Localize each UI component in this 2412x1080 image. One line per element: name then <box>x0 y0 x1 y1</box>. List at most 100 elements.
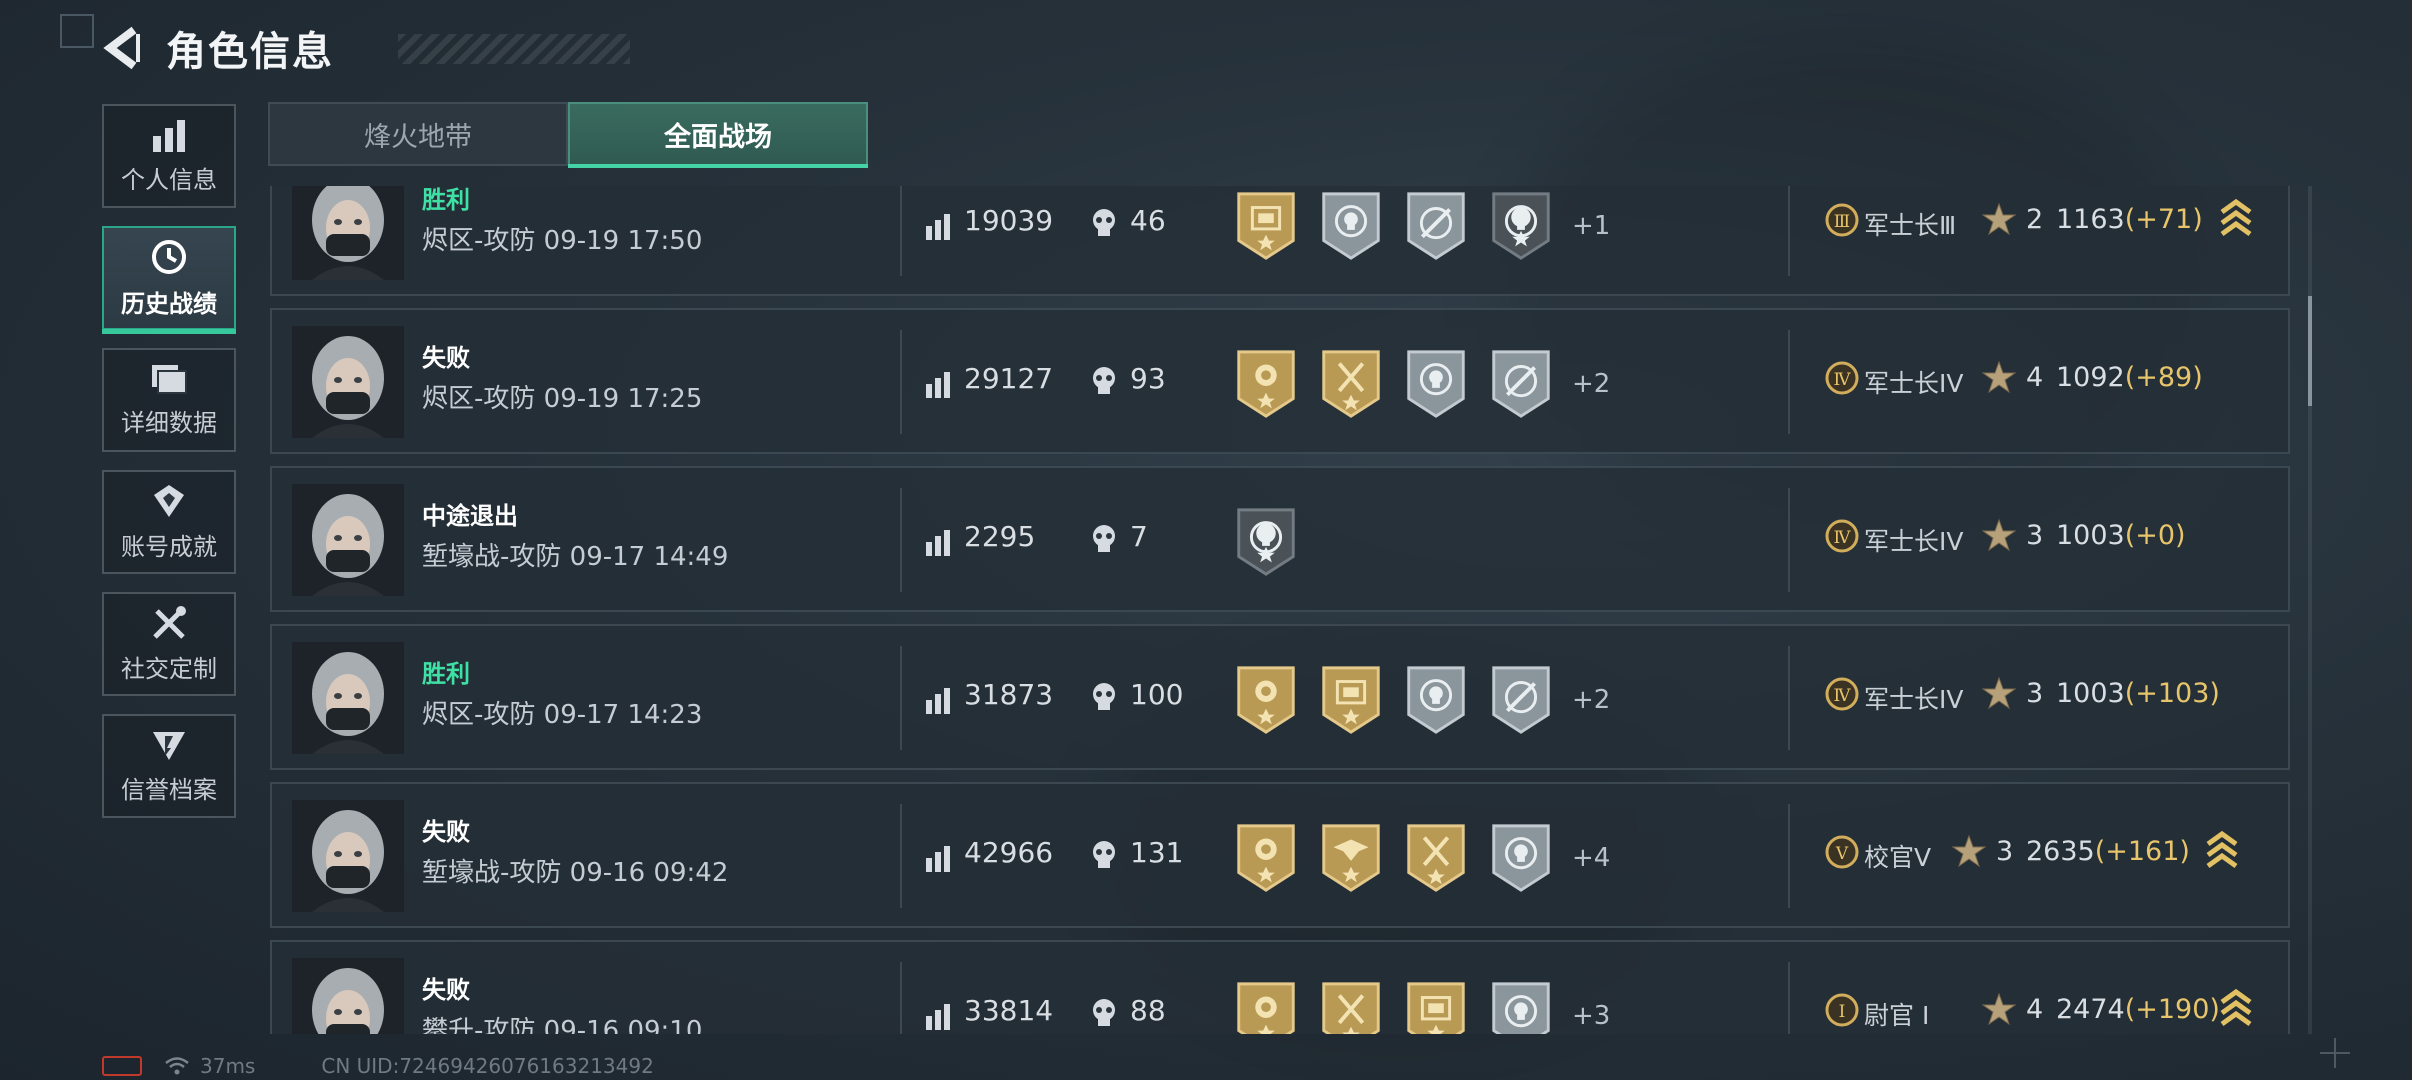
medal-list: +2 <box>1234 348 1610 420</box>
column-divider <box>1788 330 1790 434</box>
star-icon <box>1982 360 2016 394</box>
sidebar: 个人信息 历史战绩 详细数据 账号成就 社交定制 信誉档案 <box>102 104 240 836</box>
sidebar-item-social-custom[interactable]: 社交定制 <box>102 592 236 696</box>
match-score: 19039 <box>964 204 1054 237</box>
crosshair-mark-icon <box>2320 1038 2350 1068</box>
medal-gold-rose-icon <box>1237 824 1295 892</box>
medal-gold-rose-icon <box>1237 350 1295 418</box>
avatar-portrait-image <box>292 800 404 912</box>
sidebar-item-label: 账号成就 <box>121 532 217 561</box>
sidebar-item-achievements[interactable]: 账号成就 <box>102 470 236 574</box>
medal-silver-skull-icon <box>1492 824 1550 892</box>
header: 角色信息 <box>98 16 630 80</box>
battle-record-row[interactable]: 失败 烬区-攻防 09-19 17:25 29127 93 +2 Ⅳ 军士长IV 4 1092… <box>270 308 2290 454</box>
match-kills: 93 <box>1130 362 1166 395</box>
column-divider <box>900 186 902 276</box>
kills-skull-icon <box>1093 841 1115 868</box>
active-tab-indicator <box>568 164 868 168</box>
title-decoration <box>398 34 630 64</box>
achievement-icon <box>154 484 184 517</box>
match-mode-time: 烬区-攻防 09-19 17:25 <box>422 384 703 414</box>
score-bar-icon <box>926 1004 950 1030</box>
rating-delta: (+0) <box>2124 520 2186 551</box>
rank-badge-icon: Ⅲ <box>1825 203 1859 237</box>
player-avatar <box>292 642 404 754</box>
avatar-portrait-image <box>292 186 404 280</box>
score-bar-icon <box>926 846 950 872</box>
more-medals-count: +1 <box>1572 211 1611 241</box>
tab-warfare-zone[interactable]: 烽火地带 <box>268 102 568 166</box>
rank-up-chevron-icon <box>2220 198 2252 237</box>
medal-gold-rose-icon <box>1237 982 1295 1034</box>
rank-badge-icon: Ⅳ <box>1825 677 1859 711</box>
star-icon <box>1982 518 2016 552</box>
more-medals-count: +4 <box>1572 843 1611 873</box>
medal-gold-banner-icon <box>1407 982 1465 1034</box>
avatar-portrait-image <box>292 958 404 1034</box>
star-count: 3 <box>2026 520 2044 551</box>
sidebar-item-label: 信誉档案 <box>121 775 217 804</box>
column-divider <box>1788 186 1790 276</box>
sidebar-item-history[interactable]: 历史战绩 <box>102 226 236 334</box>
match-mode-time: 烬区-攻防 09-19 17:50 <box>422 226 703 256</box>
battle-record-row[interactable]: 失败 攀升-攻防 09-16 09:10 33814 88 +3 Ⅰ 尉官 Ⅰ 4 2474(… <box>270 940 2290 1034</box>
tab-full-battlefield[interactable]: 全面战场 <box>568 102 868 166</box>
medal-gold-rose-icon <box>1237 666 1295 734</box>
status-footer: 37ms CN UID:7246942607616321349​2 <box>102 1054 654 1078</box>
rank-name: 尉官 Ⅰ <box>1864 1001 1930 1030</box>
battle-record-row[interactable]: 胜利 烬区-攻防 09-17 14:23 31873 100 +2 Ⅳ 军士长IV 3 100… <box>270 624 2290 770</box>
more-medals-count: +2 <box>1572 685 1611 715</box>
rank-badge-numeral: Ⅳ <box>1834 528 1852 548</box>
medal-silver-scope-icon <box>1492 350 1550 418</box>
rank-name: 军士长Ⅲ <box>1864 211 1957 240</box>
player-avatar <box>292 958 404 1034</box>
kills-skull-icon <box>1093 999 1115 1026</box>
medal-list <box>1234 506 1319 578</box>
sidebar-item-personal-info[interactable]: 个人信息 <box>102 104 236 208</box>
avatar-portrait-image <box>292 484 404 596</box>
match-mode-time: 堑壕战-攻防 09-17 14:49 <box>422 542 729 572</box>
battle-history-list[interactable]: 胜利 烬区-攻防 09-19 17:50 19039 46 +1 Ⅲ 军士长Ⅲ 2 1163(… <box>270 186 2292 1034</box>
match-result: 中途退出 <box>422 502 518 530</box>
sidebar-item-detailed-data[interactable]: 详细数据 <box>102 348 236 452</box>
column-divider <box>900 962 902 1034</box>
rating-delta: (+103) <box>2124 678 2220 709</box>
bar-chart-icon <box>153 119 185 152</box>
score-bar-icon <box>926 372 950 398</box>
rating-delta: (+161) <box>2094 836 2190 867</box>
star-icon <box>1982 992 2016 1026</box>
rank-badge-numeral: Ⅰ <box>1839 1002 1846 1022</box>
scrollbar-thumb[interactable] <box>2308 296 2312 406</box>
medal-dark-skull-icon <box>1492 192 1550 260</box>
rank-badge-numeral: Ⅳ <box>1834 686 1852 706</box>
battle-record-row[interactable]: 中途退出 堑壕战-攻防 09-17 14:49 2295 7 Ⅳ 军士长IV 3 1003(… <box>270 466 2290 612</box>
folder-icon <box>152 364 187 394</box>
star-count: 3 <box>2026 678 2044 709</box>
match-mode-time: 烬区-攻防 09-17 14:23 <box>422 700 703 730</box>
avatar-portrait-image <box>292 642 404 754</box>
sidebar-item-label: 详细数据 <box>121 408 217 437</box>
battle-record-row[interactable]: 失败 堑壕战-攻防 09-16 09:42 42966 131 +4 Ⅴ 校官V 3 2635… <box>270 782 2290 928</box>
rank-name: 军士长IV <box>1864 685 1964 714</box>
reputation-icon <box>153 731 185 760</box>
star-icon <box>1952 834 1986 868</box>
medal-silver-skull-icon <box>1492 982 1550 1034</box>
rating-value: 1092 <box>2056 362 2125 393</box>
avatar-portrait-image <box>292 326 404 438</box>
kills-skull-icon <box>1093 209 1115 236</box>
star-count: 4 <box>2026 994 2044 1025</box>
sidebar-item-reputation[interactable]: 信誉档案 <box>102 714 236 818</box>
column-divider <box>900 804 902 908</box>
match-score: 33814 <box>964 994 1054 1027</box>
rank-up-chevron-icon <box>2206 830 2238 869</box>
uid-text: CN UID:7246942607616321349​2 <box>321 1054 654 1078</box>
match-score: 29127 <box>964 362 1054 395</box>
back-button[interactable] <box>98 16 146 80</box>
rating-score: 1092(+89) <box>2056 362 2203 393</box>
battle-record-row[interactable]: 胜利 烬区-攻防 09-19 17:50 19039 46 +1 Ⅲ 军士长Ⅲ 2 1163(… <box>270 186 2290 296</box>
medal-gold-axe-icon <box>1322 982 1380 1034</box>
rating-score: 2474(+190) <box>2056 994 2220 1025</box>
rank-name: 军士长IV <box>1864 527 1964 556</box>
rating-delta: (+190) <box>2124 994 2220 1025</box>
star-count: 4 <box>2026 362 2044 393</box>
